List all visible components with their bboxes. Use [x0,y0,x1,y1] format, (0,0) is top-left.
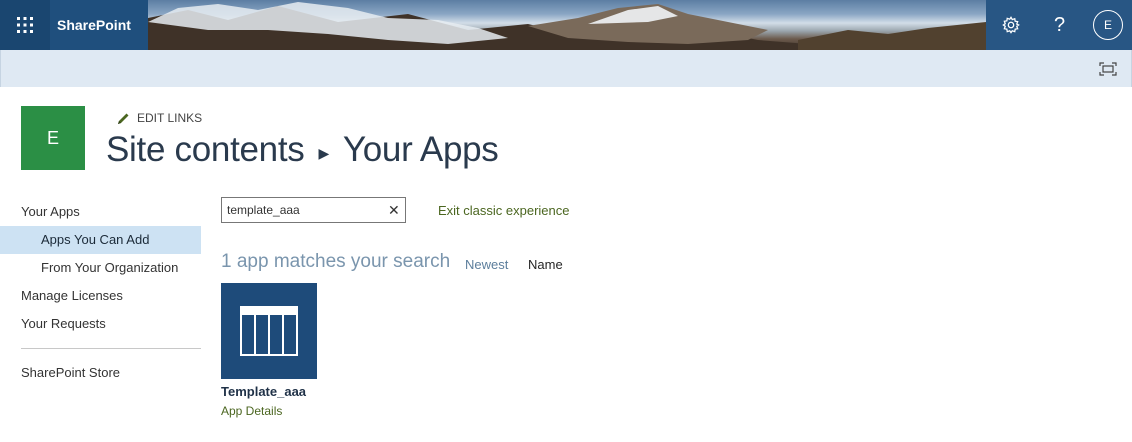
edit-links-label: EDIT LINKS [137,111,203,125]
sort-newest-link[interactable]: Newest [465,257,508,272]
page-title: Site contents ▶ Your Apps [106,130,499,170]
search-input[interactable] [227,201,382,219]
gear-icon [1001,16,1020,34]
settings-button[interactable] [986,0,1035,50]
app-title[interactable]: Template_aaa [221,384,306,399]
pencil-icon [118,113,129,124]
exit-classic-experience-link[interactable]: Exit classic experience [438,203,570,218]
caret-right-icon: ▶ [318,144,329,161]
nav-item-sharepoint-store[interactable]: SharePoint Store [0,359,201,387]
ribbon-bar [0,50,1132,87]
result-count: 1 app matches your search [221,251,451,272]
site-logo-initial: E [46,127,59,148]
sharepoint-brand-link[interactable]: SharePoint [50,0,148,50]
breadcrumb-your-apps: Your Apps [342,130,499,169]
waffle-icon [17,17,33,33]
focus-on-content-button[interactable] [1099,62,1117,76]
nav-item-apps-you-can-add[interactable]: Apps You Can Add [0,226,201,254]
help-icon: ? [1053,13,1066,36]
nav-item-from-your-organization[interactable]: From Your Organization [0,254,201,282]
nav-item-manage-licenses[interactable]: Manage Licenses [0,282,201,310]
site-logo[interactable]: E [21,106,85,170]
left-navigation: Your Apps Apps You Can Add From Your Org… [0,198,201,387]
nav-item-your-apps[interactable]: Your Apps [0,198,201,226]
breadcrumb-site-contents[interactable]: Site contents [106,130,305,170]
edit-links-button[interactable]: EDIT LINKS [117,111,202,125]
app-search-box: ✕ [221,197,406,223]
suite-bar: SharePoint ? E [0,0,1132,50]
account-button[interactable]: E [1084,0,1132,50]
nav-item-your-requests[interactable]: Your Requests [0,310,201,338]
help-button[interactable]: ? [1035,0,1084,50]
avatar: E [1093,10,1123,40]
banner-image [148,0,986,50]
app-launcher-button[interactable] [0,0,50,50]
sort-name-link[interactable]: Name [528,257,563,272]
mountain-landscape-image [148,2,986,50]
focus-on-content-icon [1099,62,1117,76]
clear-search-icon[interactable]: ✕ [388,203,400,217]
nav-divider [21,348,201,349]
app-details-link[interactable]: App Details [221,404,282,418]
custom-list-icon [240,306,298,356]
app-tile-template-aaa[interactable] [221,283,317,379]
